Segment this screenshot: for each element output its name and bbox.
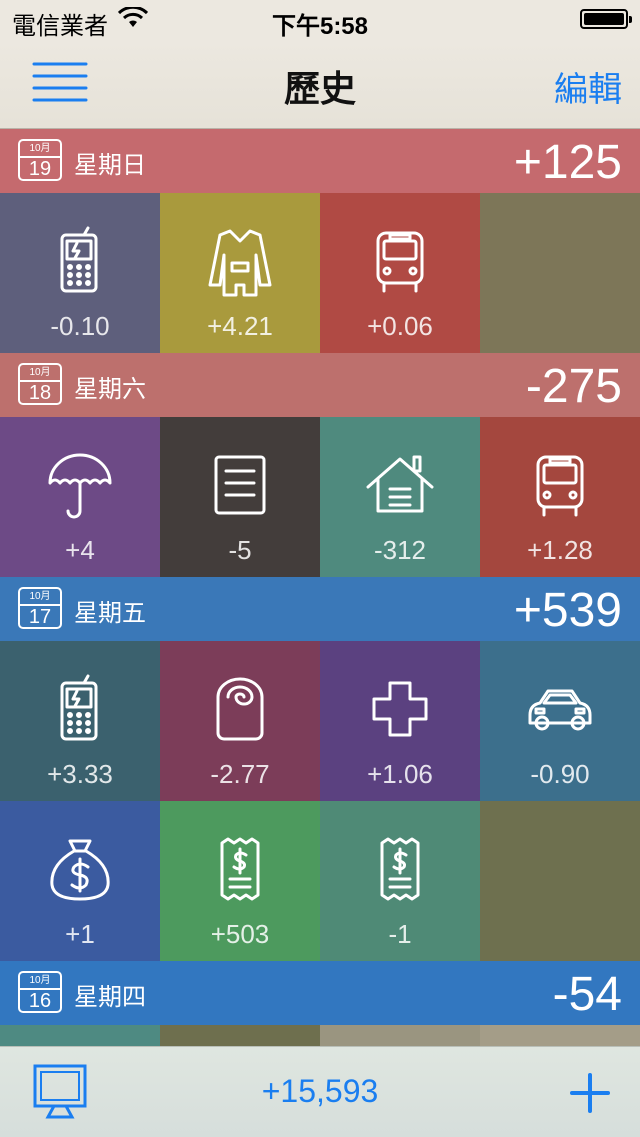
- day-header[interactable]: 10月 16 星期四 -54: [0, 961, 640, 1025]
- balance-total: +15,593: [261, 1073, 379, 1109]
- transaction-amount: +0.06: [367, 311, 433, 341]
- transaction-amount: -312: [373, 535, 427, 565]
- empty-tile: [0, 1025, 160, 1046]
- transaction-amount: -0.90: [530, 759, 590, 789]
- car-icon: [528, 689, 592, 731]
- calendar-day: 19: [28, 158, 52, 180]
- transaction-row: +1 +503 -1: [0, 801, 640, 961]
- calendar-day: 17: [28, 606, 52, 628]
- transaction-amount: +503: [210, 919, 270, 949]
- empty-tile: [160, 1025, 320, 1046]
- transaction-tile[interactable]: -312: [320, 417, 480, 577]
- transaction-tile[interactable]: -5: [160, 417, 320, 577]
- transaction-row: -0.10 +4.21 +0.06: [0, 193, 640, 353]
- day-total: -275: [525, 360, 622, 413]
- calendar-icon: 10月 17: [18, 587, 62, 629]
- document-icon: [214, 455, 266, 515]
- empty-tile: [320, 1025, 480, 1046]
- transaction-amount: -0.10: [50, 311, 110, 341]
- transaction-tile[interactable]: -0.10: [0, 193, 160, 353]
- transaction-row: +4 -5 -312 +1.28: [0, 417, 640, 577]
- phone-icon: [60, 226, 98, 293]
- day-header[interactable]: 10月 19 星期日 +125: [0, 129, 640, 193]
- transaction-tile[interactable]: +4: [0, 417, 160, 577]
- bus-icon: [376, 231, 424, 293]
- transaction-tile[interactable]: +1.06: [320, 641, 480, 801]
- transaction-amount: +4.21: [207, 311, 273, 341]
- calendar-day: 18: [28, 382, 52, 404]
- transaction-tile[interactable]: -2.77: [160, 641, 320, 801]
- calendar-month: 10月: [20, 142, 60, 158]
- page-title: 歷史: [283, 68, 356, 109]
- weekday-label: 星期四: [74, 984, 146, 1011]
- umbrella-icon: [48, 453, 112, 519]
- day-total: -54: [552, 968, 622, 1021]
- history-list[interactable]: 10月 19 星期日 +125 -0.10 +4.21 +0.06 10月 18 星期六 -275 +…: [0, 129, 640, 1046]
- clock: 下午5:58: [271, 13, 369, 40]
- transaction-amount: -5: [228, 535, 252, 565]
- day-header[interactable]: 10月 17 星期五 +539: [0, 577, 640, 641]
- transaction-amount: +1.06: [367, 759, 433, 789]
- transaction-amount: +1: [65, 919, 95, 949]
- transaction-amount: +1.28: [527, 535, 593, 565]
- transaction-tile[interactable]: -1: [320, 801, 480, 961]
- status-bar: 電信業者 下午5:58: [0, 0, 640, 40]
- battery-icon: [580, 9, 632, 29]
- calendar-month: 10月: [20, 974, 60, 990]
- weekday-label: 星期六: [74, 376, 146, 403]
- calendar-day: 16: [28, 990, 52, 1012]
- empty-tile: [480, 1025, 640, 1046]
- calendar-month: 10月: [20, 590, 60, 606]
- edit-button[interactable]: 編輯: [554, 62, 622, 111]
- transaction-tile[interactable]: +3.33: [0, 641, 160, 801]
- transaction-tile[interactable]: +1: [0, 801, 160, 961]
- receipt-icon: [380, 837, 420, 901]
- money-bag-icon: [50, 839, 110, 901]
- day-total: +125: [513, 136, 622, 189]
- transaction-amount: +3.33: [47, 759, 113, 789]
- transaction-tile[interactable]: +0.06: [320, 193, 480, 353]
- weekday-label: 星期日: [74, 152, 146, 179]
- weekday-label: 星期五: [74, 600, 146, 627]
- calendar-icon: 10月 16: [18, 971, 62, 1013]
- bottom-toolbar: +15,593: [0, 1046, 640, 1137]
- day-header[interactable]: 10月 18 星期六 -275: [0, 353, 640, 417]
- coat-icon: [208, 229, 272, 297]
- medical-cross-icon: [372, 681, 428, 737]
- transaction-row: +3.33 -2.77 +1.06 -0.90: [0, 641, 640, 801]
- empty-tile: [480, 801, 640, 961]
- empty-tile: [480, 193, 640, 353]
- receipt-icon: [220, 837, 260, 901]
- house-icon: [366, 455, 434, 513]
- calendar-icon: 10月 18: [18, 363, 62, 405]
- transaction-tile[interactable]: +503: [160, 801, 320, 961]
- transaction-amount: -2.77: [210, 759, 270, 789]
- transaction-tile[interactable]: +1.28: [480, 417, 640, 577]
- day-total: +539: [513, 584, 622, 637]
- calendar-month: 10月: [20, 366, 60, 382]
- tissue-roll-icon: [216, 677, 264, 741]
- navigation-bar: 歷史 編輯: [0, 40, 640, 129]
- bus-icon: [536, 455, 584, 517]
- phone-icon: [60, 674, 98, 741]
- calendar-icon: 10月 19: [18, 139, 62, 181]
- add-icon[interactable]: [568, 1071, 612, 1115]
- transaction-tile[interactable]: -0.90: [480, 641, 640, 801]
- transaction-amount: +4: [65, 535, 95, 565]
- transaction-tile[interactable]: +4.21: [160, 193, 320, 353]
- transaction-row: [0, 1025, 640, 1046]
- transaction-amount: -1: [388, 919, 412, 949]
